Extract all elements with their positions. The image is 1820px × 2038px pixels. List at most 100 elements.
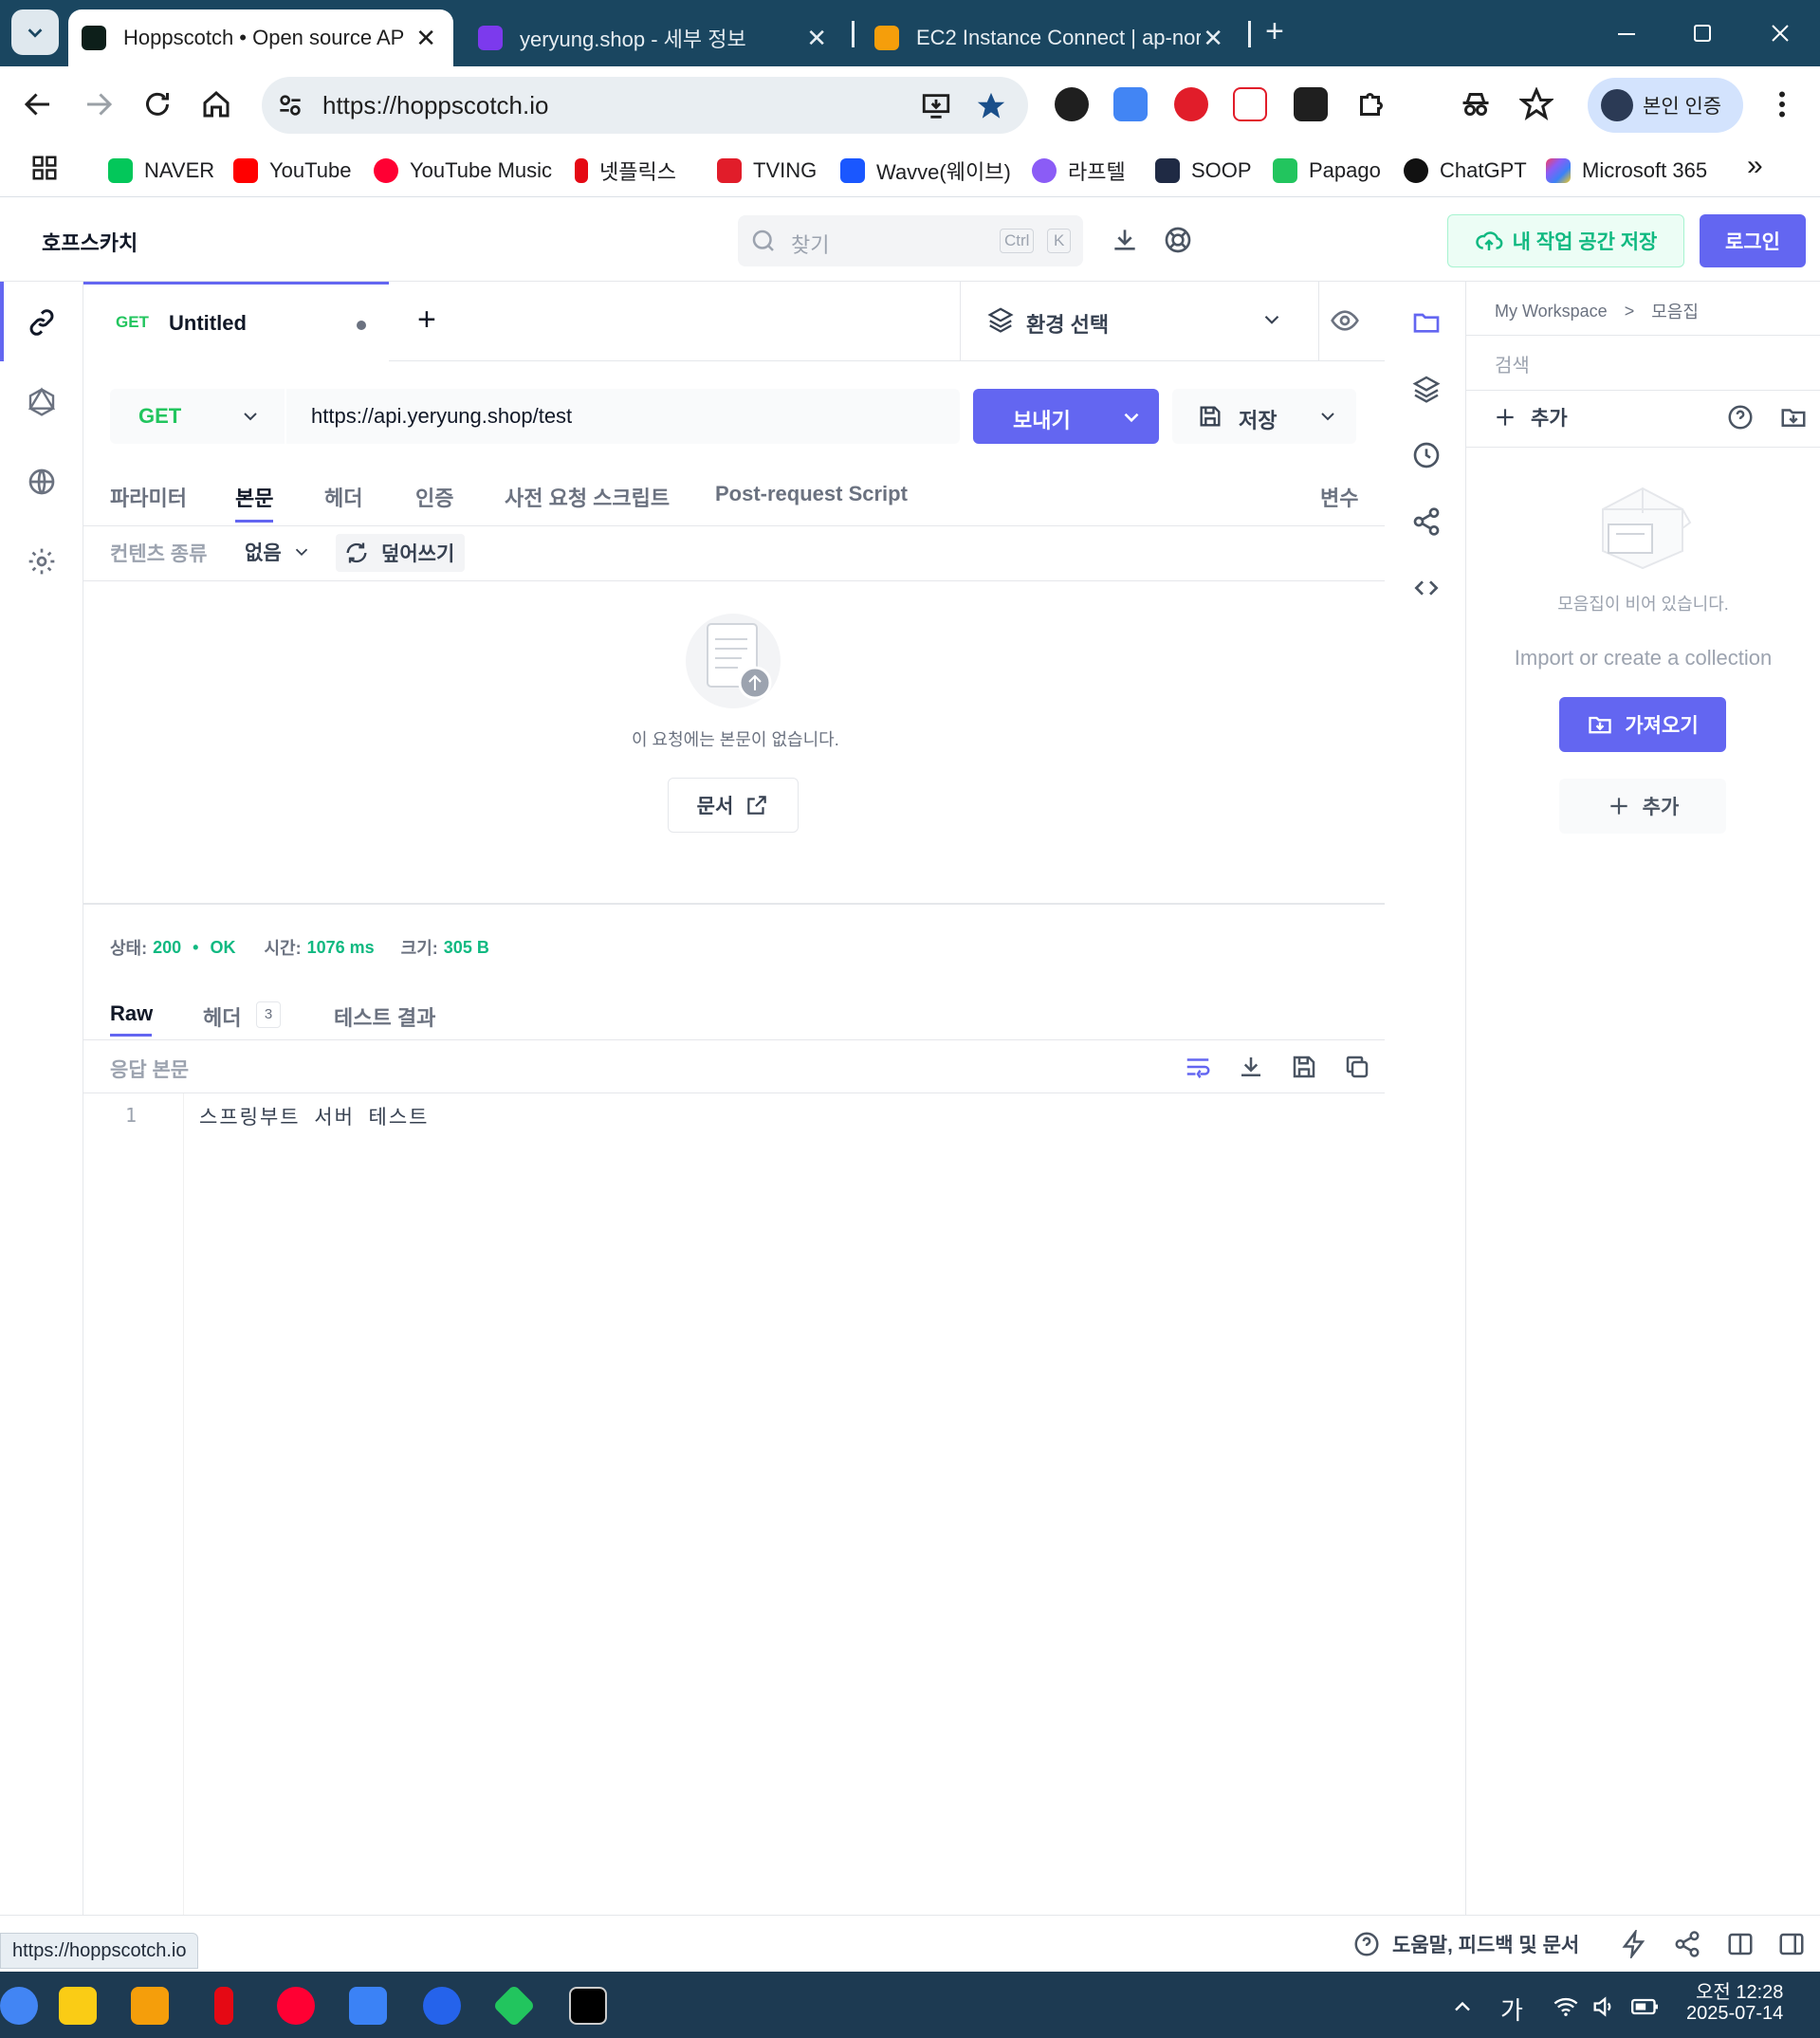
adblock-extension-icon[interactable]	[1174, 87, 1208, 121]
tab-search-button[interactable]	[11, 9, 59, 55]
import-button[interactable]: 가져오기	[1559, 697, 1726, 752]
send-button[interactable]: 보내기	[973, 389, 1159, 444]
clock-date[interactable]: 2025-07-14	[1686, 2003, 1783, 2025]
import-folder-icon[interactable]	[1779, 403, 1808, 431]
app-icon[interactable]	[423, 1987, 461, 2025]
tab-variables[interactable]: 변수	[1320, 482, 1358, 512]
login-button[interactable]: 로그인	[1700, 214, 1806, 267]
sidebar-toggle-icon[interactable]	[1777, 1930, 1806, 1958]
bookmark-netflix[interactable]: 넷플릭스	[575, 152, 676, 190]
tab-post-request-script[interactable]: Post-request Script	[715, 482, 908, 506]
request-tab-untitled[interactable]: GET Untitled	[83, 282, 389, 361]
bookmark-wavve[interactable]: Wavve(웨이브)	[840, 152, 1011, 190]
tab-auth[interactable]: 인증	[415, 482, 453, 512]
tab-params[interactable]: 파라미터	[110, 482, 187, 512]
tab-headers[interactable]: 헤더	[324, 482, 362, 512]
more-menu-icon[interactable]	[1768, 87, 1796, 121]
response-tab-raw[interactable]: Raw	[110, 1001, 153, 1026]
new-tab-button[interactable]: +	[1265, 13, 1284, 50]
add-request-tab-button[interactable]: +	[417, 302, 436, 339]
breadcrumb-root[interactable]: My Workspace	[1495, 302, 1608, 321]
response-tab-test-results[interactable]: 테스트 결과	[334, 1001, 435, 1032]
tab-body[interactable]: 본문	[235, 482, 273, 512]
method-select[interactable]: GET	[110, 389, 281, 444]
youtube-music-app-icon[interactable]	[277, 1987, 315, 2025]
chevron-down-icon[interactable]	[1119, 405, 1144, 430]
url-input[interactable]: https://api.yeryung.shop/test	[311, 404, 572, 429]
bookmark-soop[interactable]: SOOP	[1155, 152, 1252, 190]
help-feedback-button[interactable]: 도움말, 피드백 및 문서	[1352, 1930, 1579, 1958]
environments-layers-icon[interactable]	[1406, 368, 1447, 410]
more-bookmarks-icon[interactable]: »	[1747, 150, 1763, 182]
clock-time[interactable]: 오전 12:28	[1696, 1976, 1783, 2004]
copy-response-icon[interactable]	[1343, 1053, 1371, 1081]
sticky-notes-app-icon[interactable]	[59, 1987, 97, 2025]
profile-button[interactable]: 본인 인증	[1588, 78, 1743, 133]
eye-icon[interactable]	[1330, 305, 1360, 336]
terminal-app-icon[interactable]	[569, 1987, 607, 2025]
support-lifebuoy-icon[interactable]	[1163, 225, 1193, 255]
save-response-icon[interactable]	[1290, 1053, 1318, 1081]
extension-icon[interactable]	[1055, 87, 1089, 121]
close-tab-icon[interactable]: ✕	[806, 24, 827, 53]
bookmark-laftel[interactable]: 라프텔	[1032, 152, 1126, 190]
share-icon[interactable]	[1673, 1930, 1701, 1958]
bookmark-chatgpt[interactable]: ChatGPT	[1404, 152, 1527, 190]
search-box[interactable]: 찾기 Ctrl K	[738, 215, 1083, 266]
environment-select[interactable]: 환경 선택	[1026, 308, 1109, 339]
home-icon[interactable]	[199, 87, 233, 121]
forward-icon[interactable]	[82, 87, 116, 121]
address-bar[interactable]: https://hoppscotch.io	[262, 77, 1028, 134]
add-collection-button[interactable]: 추가	[1493, 403, 1568, 431]
bookmark-tving[interactable]: TVING	[717, 152, 817, 190]
bookmark-youtube[interactable]: YouTube	[233, 152, 351, 190]
bookmark-naver[interactable]: NAVER	[108, 152, 214, 190]
close-tab-icon[interactable]: ✕	[415, 24, 436, 53]
url-text[interactable]: https://hoppscotch.io	[322, 91, 548, 120]
file-explorer-app-icon[interactable]	[131, 1987, 169, 2025]
nav-rest-link-icon[interactable]	[21, 302, 63, 343]
download-response-icon[interactable]	[1237, 1053, 1265, 1081]
extensions-puzzle-icon[interactable]	[1354, 87, 1388, 121]
chevron-down-icon[interactable]	[1316, 405, 1339, 428]
wifi-icon[interactable]	[1552, 1993, 1580, 2020]
bookmark-youtube-music[interactable]: YouTube Music	[374, 152, 552, 190]
code-icon[interactable]	[1406, 567, 1447, 609]
back-icon[interactable]	[21, 87, 55, 121]
response-tab-headers[interactable]: 헤더	[203, 1001, 241, 1032]
chevron-down-icon[interactable]	[1259, 307, 1284, 332]
tray-chevron-up-icon[interactable]	[1449, 1993, 1476, 2020]
extension-icon[interactable]	[1294, 87, 1328, 121]
ime-indicator[interactable]: 가	[1500, 1992, 1523, 2027]
tab-pre-request-script[interactable]: 사전 요청 스크립트	[505, 482, 670, 512]
apps-grid-icon[interactable]	[30, 154, 59, 182]
bookmark-star-icon[interactable]	[975, 90, 1007, 122]
translate-extension-icon[interactable]	[1113, 87, 1148, 121]
incognito-icon[interactable]	[1459, 87, 1493, 121]
download-icon[interactable]	[1110, 225, 1140, 255]
volume-icon[interactable]	[1590, 1993, 1618, 2020]
nav-graphql-icon[interactable]	[21, 381, 63, 423]
netflix-app-icon[interactable]	[214, 1987, 233, 2025]
wrap-lines-icon[interactable]	[1184, 1053, 1212, 1081]
collections-folder-icon[interactable]	[1406, 302, 1447, 343]
window-close-icon[interactable]	[1766, 19, 1794, 47]
bookmark-papago[interactable]: Papago	[1273, 152, 1381, 190]
docs-button[interactable]: 문서	[668, 778, 799, 833]
site-settings-icon[interactable]	[275, 90, 305, 120]
nav-settings-gear-icon[interactable]	[21, 541, 63, 582]
share-icon[interactable]	[1406, 501, 1447, 542]
install-app-icon[interactable]	[920, 90, 952, 122]
tab-hoppscotch[interactable]: Hoppscotch • Open source AP ✕	[68, 9, 453, 66]
tab-ec2[interactable]: EC2 Instance Connect | ap-nor ✕	[861, 9, 1241, 66]
response-body-line[interactable]: 스프링부트 서버 테스트	[199, 1102, 430, 1130]
minimize-icon[interactable]	[1612, 19, 1641, 47]
collections-search-input[interactable]: 검색	[1495, 350, 1530, 377]
save-button[interactable]: 저장	[1172, 389, 1356, 444]
app-icon[interactable]	[349, 1987, 387, 2025]
close-tab-icon[interactable]: ✕	[1203, 24, 1223, 53]
extension-icon[interactable]	[1233, 87, 1267, 121]
nav-realtime-globe-icon[interactable]	[21, 461, 63, 503]
reload-icon[interactable]	[140, 87, 175, 121]
bookmarks-star-icon[interactable]	[1519, 87, 1553, 121]
